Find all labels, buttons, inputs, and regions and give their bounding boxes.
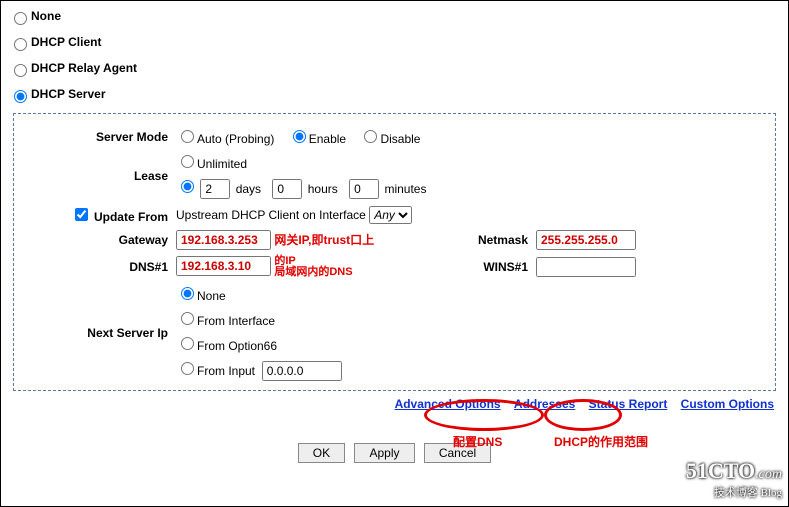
next-server-label: Next Server Ip	[22, 281, 172, 384]
lease-unlimited-radio[interactable]	[181, 155, 194, 168]
wins1-input[interactable]	[536, 257, 636, 277]
dns1-input[interactable]	[176, 256, 271, 276]
lease-minutes-input[interactable]	[349, 179, 379, 199]
mode-dhcp-server-label: DHCP Server	[31, 87, 105, 101]
netmask-label: Netmask	[452, 227, 532, 253]
dhcp-server-panel: Server Mode Auto (Probing) Enable Disabl…	[13, 113, 776, 391]
ok-button[interactable]: OK	[298, 443, 345, 463]
mode-dhcp-client-label: DHCP Client	[31, 35, 101, 49]
lease-custom-radio[interactable]	[181, 180, 194, 193]
server-mode-disable-radio[interactable]	[364, 130, 377, 143]
next-server-input-radio[interactable]	[181, 362, 194, 375]
server-mode-auto-radio[interactable]	[181, 130, 194, 143]
gateway-input[interactable]	[176, 230, 271, 250]
server-mode-label: Server Mode	[22, 124, 172, 149]
lease-label: Lease	[22, 149, 172, 202]
dns1-label: DNS#1	[22, 253, 172, 281]
advanced-options-annotation: 配置DNS	[453, 433, 502, 450]
next-server-interface-radio[interactable]	[181, 312, 194, 325]
mode-none-label: None	[31, 9, 61, 23]
mode-dhcp-relay-label: DHCP Relay Agent	[31, 61, 137, 75]
advanced-options-link[interactable]: Advanced Options	[395, 397, 501, 411]
wins1-label: WINS#1	[452, 253, 532, 281]
addresses-annotation: DHCP的作用范围	[554, 433, 648, 450]
apply-button[interactable]: Apply	[354, 443, 414, 463]
mode-none-radio[interactable]	[14, 12, 27, 25]
mode-dhcp-server-radio[interactable]	[14, 90, 27, 103]
update-from-text: Upstream DHCP Client on Interface	[176, 208, 366, 222]
update-from-interface-select[interactable]: Any	[369, 206, 412, 224]
netmask-input[interactable]	[536, 230, 636, 250]
gateway-label: Gateway	[22, 227, 172, 253]
links-row: Advanced Options Addresses Status Report…	[5, 397, 774, 411]
status-report-link[interactable]: Status Report	[589, 397, 668, 411]
lease-days-input[interactable]	[200, 179, 230, 199]
server-mode-enable-radio[interactable]	[293, 130, 306, 143]
update-from-checkbox[interactable]	[75, 208, 88, 221]
custom-options-link[interactable]: Custom Options	[681, 397, 774, 411]
lease-hours-input[interactable]	[272, 179, 302, 199]
next-server-option66-radio[interactable]	[181, 337, 194, 350]
next-server-none-radio[interactable]	[181, 287, 194, 300]
addresses-link[interactable]: Addresses	[514, 397, 575, 411]
dns1-annotation: 局域网内的DNS	[274, 267, 352, 278]
watermark: 51CTO.com 技术博客 Blog	[686, 458, 782, 500]
mode-dhcp-relay-radio[interactable]	[14, 64, 27, 77]
button-row: OK Apply Cancel	[5, 443, 784, 463]
gateway-annotation-1: 网关IP,即trust口上	[274, 233, 374, 247]
mode-dhcp-client-radio[interactable]	[14, 38, 27, 51]
next-server-input[interactable]	[262, 361, 342, 381]
